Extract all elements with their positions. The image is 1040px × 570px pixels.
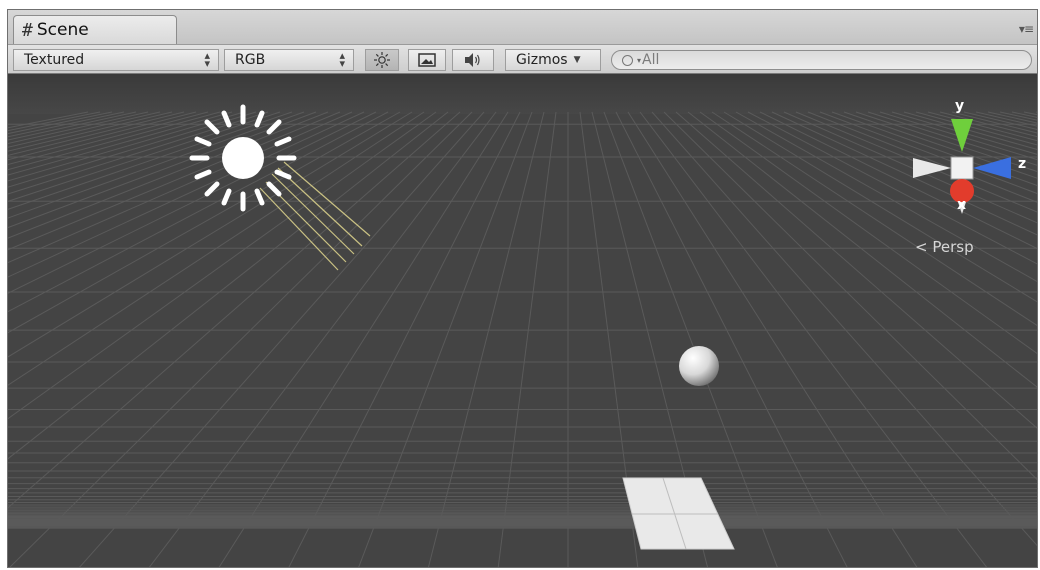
scene-lighting-toggle[interactable]: [365, 49, 399, 71]
render-mode-value: Textured: [24, 52, 85, 68]
tab-strip: # Scene ▾≡: [8, 10, 1037, 44]
axis-z-cone[interactable]: [973, 157, 1011, 179]
search-filter-dropdown-icon: ▾: [637, 55, 642, 65]
search-icon: [622, 54, 633, 66]
channel-dropdown[interactable]: RGB ▴ ▾: [224, 49, 354, 71]
search-placeholder: All: [642, 52, 660, 68]
sun-icon: [374, 52, 390, 68]
scene-hash-icon: #: [22, 19, 33, 41]
tab-scene[interactable]: # Scene: [13, 15, 177, 44]
channel-value: RGB: [235, 52, 266, 68]
scene-viewport[interactable]: y z x < Persp: [8, 74, 1037, 567]
scene-audio-toggle[interactable]: [452, 49, 494, 71]
projection-toggle[interactable]: < Persp: [915, 238, 974, 256]
scene-window: # Scene ▾≡ Textured ▴ ▾ RGB ▴ ▾ Gizmos ▼…: [7, 9, 1038, 568]
axis-z-label: z: [1018, 156, 1027, 172]
persp-chevron-icon: <: [915, 238, 928, 256]
axis-y-cone[interactable]: [951, 119, 973, 152]
ground-grid: [8, 111, 1037, 567]
tab-scene-label: Scene: [36, 20, 89, 40]
image-icon: [418, 53, 436, 67]
panel-options-icon[interactable]: ▾≡: [1019, 22, 1034, 36]
scene-canvas: [8, 74, 1037, 567]
stepper-arrows-icon: ▴ ▾: [339, 49, 345, 70]
gizmos-dropdown[interactable]: Gizmos ▼: [505, 49, 601, 71]
stepper-arrows-icon: ▴ ▾: [204, 49, 210, 70]
search-field[interactable]: ▾ All: [611, 50, 1032, 70]
axis-y-label: y: [955, 98, 965, 114]
render-mode-dropdown[interactable]: Textured ▴ ▾: [13, 49, 219, 71]
directional-light-icon[interactable]: [189, 104, 371, 271]
speaker-icon: [465, 53, 480, 67]
axis-x-label: x: [957, 197, 967, 213]
scene-toolbar: Textured ▴ ▾ RGB ▴ ▾ Gizmos ▼ ▾ All: [8, 44, 1037, 74]
gizmos-label: Gizmos: [516, 52, 568, 68]
projection-label: Persp: [932, 238, 974, 256]
sphere-object[interactable]: [679, 346, 719, 386]
caret-down-icon: ▼: [573, 55, 581, 65]
scene-effects-toggle[interactable]: [408, 49, 446, 71]
